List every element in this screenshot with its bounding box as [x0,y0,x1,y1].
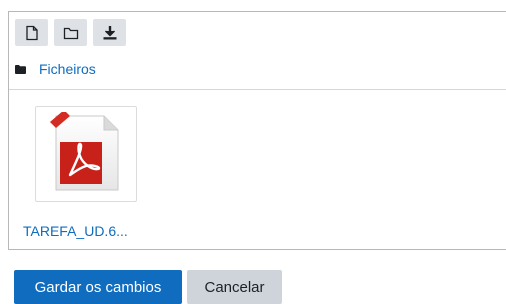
breadcrumb-files-link[interactable]: Ficheiros [39,61,96,77]
pdf-file-icon [50,112,119,191]
file-name-link[interactable]: TAREFA_UD.6... [23,223,128,239]
download-icon [103,25,116,39]
cancel-button[interactable]: Cancelar [187,270,282,304]
create-folder-button[interactable] [54,19,87,46]
file-thumbnail[interactable] [35,106,137,202]
file-manager: Ficheiros TAREFA_UD.6... [8,11,506,250]
add-file-button[interactable] [15,19,48,46]
save-changes-button[interactable]: Gardar os cambios [14,270,182,304]
folder-icon [63,27,78,39]
file-manager-toolbar: Ficheiros [9,12,506,90]
folder-icon [15,64,26,74]
breadcrumb: Ficheiros [15,60,96,78]
new-file-icon [25,25,38,40]
download-all-button[interactable] [93,19,126,46]
